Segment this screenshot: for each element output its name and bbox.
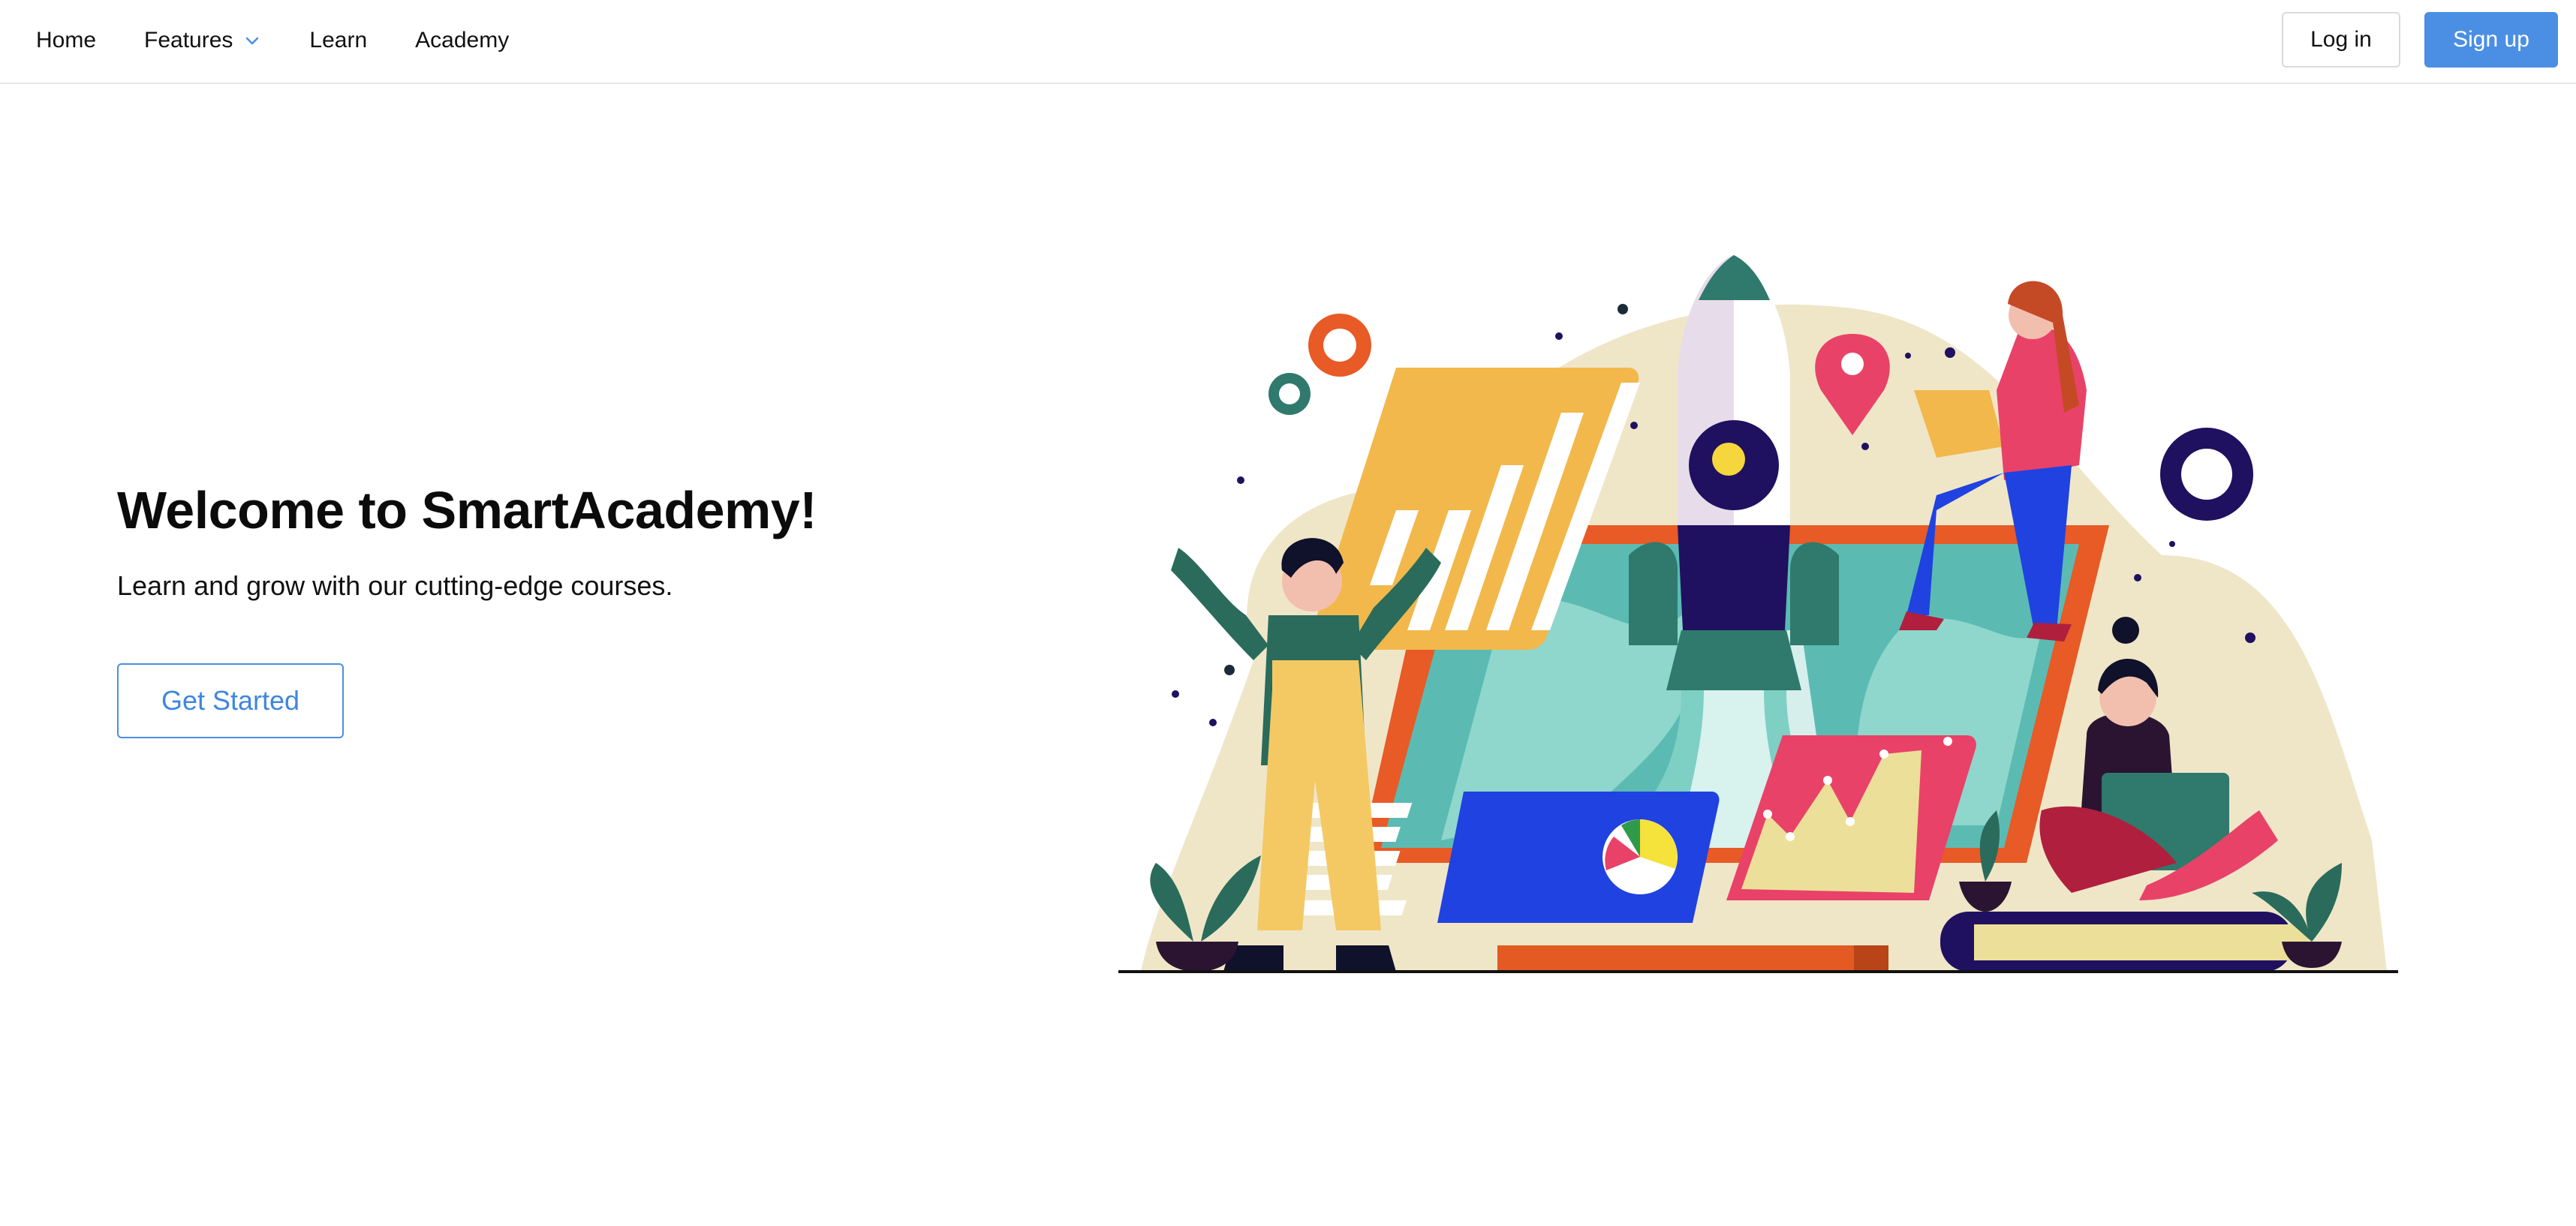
auth-buttons: Log in Sign up bbox=[2282, 12, 2558, 68]
hero-title: Welcome to SmartAcademy! bbox=[117, 481, 817, 539]
login-button[interactable]: Log in bbox=[2282, 12, 2400, 68]
get-started-button[interactable]: Get Started bbox=[117, 663, 344, 738]
nav-academy[interactable]: Academy bbox=[415, 28, 509, 53]
signup-button[interactable]: Sign up bbox=[2424, 12, 2558, 68]
nav-features[interactable]: Features bbox=[144, 28, 261, 53]
nav-learn-label: Learn bbox=[309, 28, 368, 53]
nav-features-label: Features bbox=[144, 28, 233, 53]
hero-subtitle: Learn and grow with our cutting-edge cou… bbox=[117, 570, 673, 601]
top-navigation-bar: Home Features Learn Academy Log in Sign … bbox=[0, 0, 2576, 84]
hero-section: Welcome to SmartAcademy! Learn and grow … bbox=[117, 480, 817, 738]
main-nav: Home Features Learn Academy bbox=[36, 0, 509, 81]
nav-home[interactable]: Home bbox=[36, 28, 96, 53]
startup-rocket-illustration bbox=[1118, 255, 2398, 973]
chevron-down-icon bbox=[246, 37, 259, 45]
nav-learn[interactable]: Learn bbox=[309, 28, 367, 53]
nav-home-label: Home bbox=[36, 28, 97, 53]
nav-academy-label: Academy bbox=[415, 28, 510, 53]
